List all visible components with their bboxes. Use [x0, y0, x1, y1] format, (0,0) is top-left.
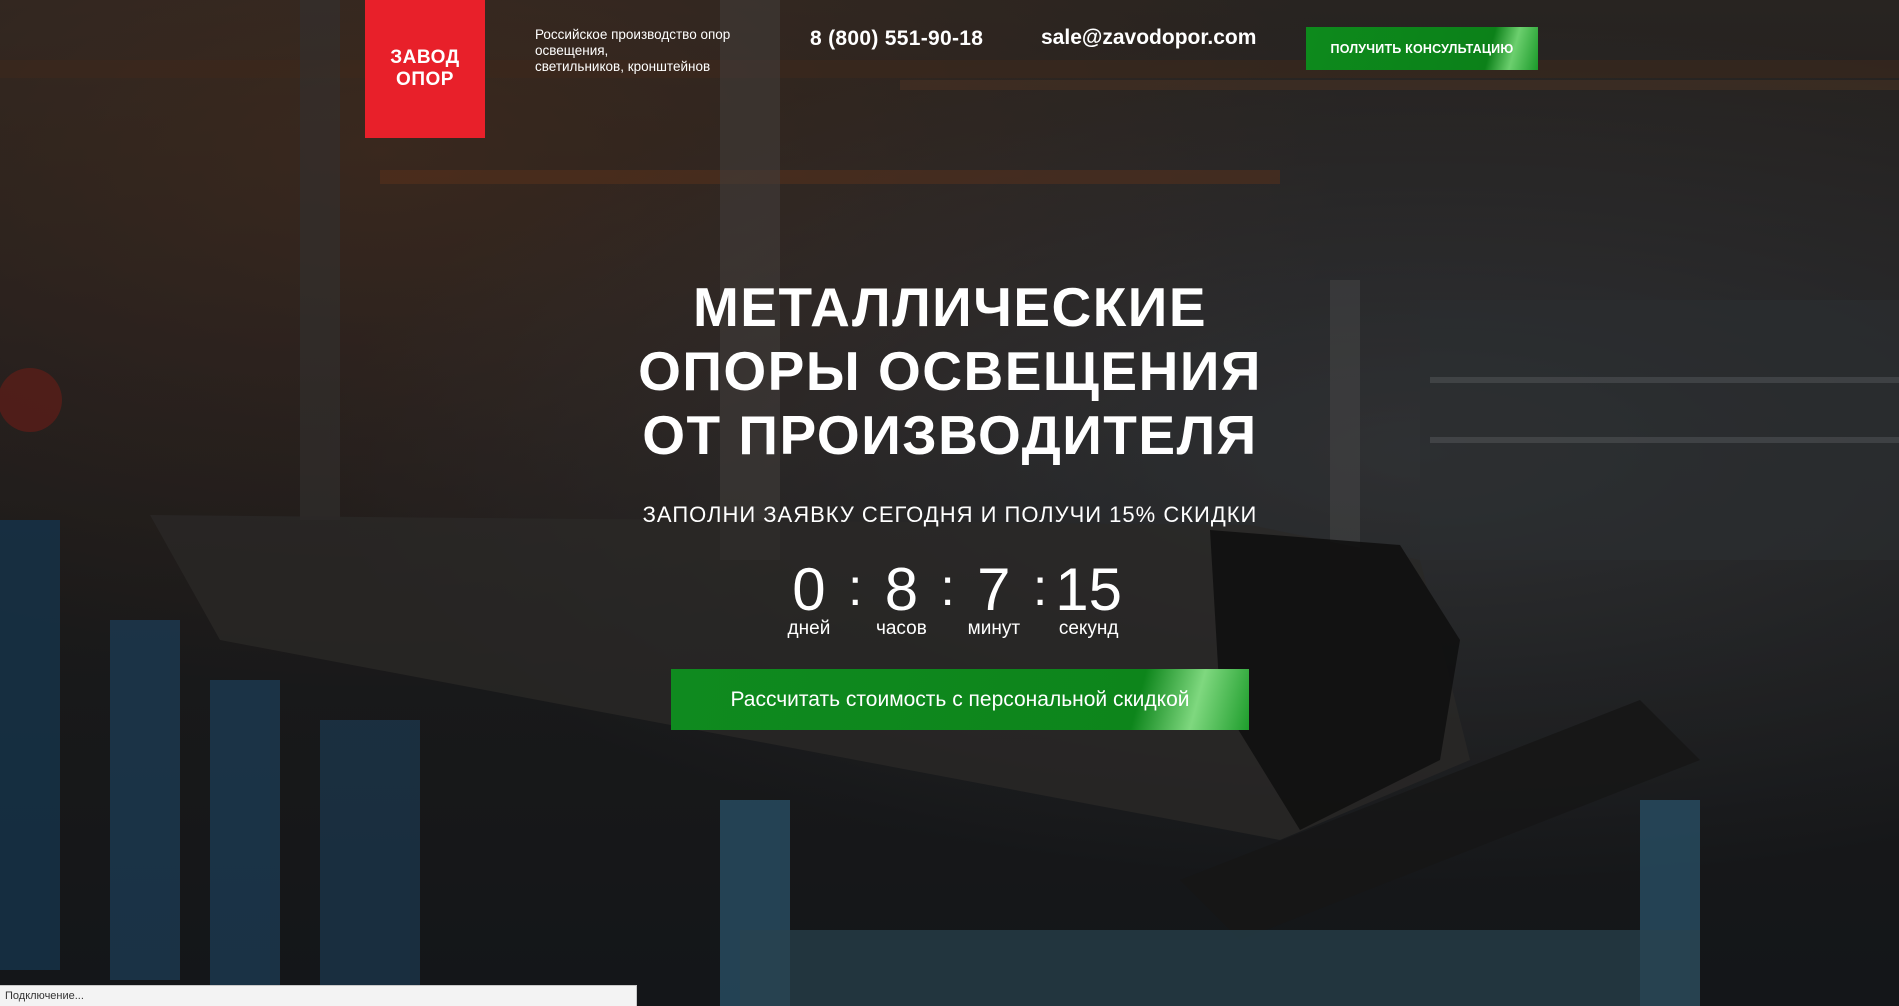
- timer-hours-label: часов: [875, 618, 927, 639]
- company-tagline: Российское производство опор освещения, …: [535, 27, 775, 75]
- timer-hours-value: 8: [884, 556, 919, 623]
- tagline-line-2: освещения,: [535, 43, 609, 58]
- timer-separator: :: [847, 559, 863, 617]
- landing-page: ЗАВОД ОПОР Российское производство опор …: [0, 0, 1899, 1006]
- logo[interactable]: ЗАВОД ОПОР: [365, 0, 485, 138]
- timer-separator: :: [1032, 559, 1048, 617]
- timer-minutes-value: 7: [977, 556, 1011, 623]
- hero-subtitle: ЗАПОЛНИ ЗАЯВКУ СЕГОДНЯ И ПОЛУЧИ 15% СКИД…: [642, 502, 1258, 527]
- phone-number[interactable]: 8 (800) 551-90-18: [810, 27, 983, 51]
- get-consultation-button[interactable]: ПОЛУЧИТЬ КОНСУЛЬТАЦИЮ: [1306, 27, 1538, 70]
- timer-minutes-label: минут: [967, 618, 1021, 639]
- hero-title-line-2: ОПОРЫ ОСВЕЩЕНИЯ: [638, 340, 1262, 402]
- hero-title-line-1: МЕТАЛЛИЧЕСКИЕ: [692, 276, 1208, 338]
- timer-minutes: 7 минут: [963, 558, 1025, 640]
- hero-title-line-3: ОТ ПРОИЗВОДИТЕЛЯ: [642, 404, 1258, 466]
- timer-seconds-label: секунд: [1058, 618, 1119, 639]
- browser-status-bar: Подключение...: [0, 985, 637, 1006]
- hero-title: МЕТАЛЛИЧЕСКИЕ ОПОРЫ ОСВЕЩЕНИЯ ОТ ПРОИЗВО…: [450, 275, 1450, 467]
- calculate-cost-button[interactable]: Рассчитать стоимость с персональной скид…: [671, 669, 1249, 730]
- timer-days-value: 0: [792, 556, 826, 623]
- timer-hours: 8 часов: [870, 558, 932, 640]
- countdown-timer: 0 дней : 8 часов : 7 минут : 15 секунд: [775, 558, 1125, 640]
- email-link[interactable]: sale@zavodopor.com: [1041, 26, 1256, 50]
- logo-line-1: ЗАВОД: [390, 47, 460, 68]
- timer-days: 0 дней: [778, 558, 840, 640]
- timer-seconds-value: 15: [1055, 556, 1123, 623]
- timer-seconds: 15 секунд: [1055, 558, 1122, 640]
- logo-line-2: ОПОР: [396, 69, 454, 90]
- timer-days-label: дней: [787, 618, 831, 639]
- timer-separator: :: [940, 559, 955, 617]
- tagline-line-1: Российское производство опор: [535, 27, 731, 42]
- tagline-line-3: светильников, кронштейнов: [535, 59, 711, 74]
